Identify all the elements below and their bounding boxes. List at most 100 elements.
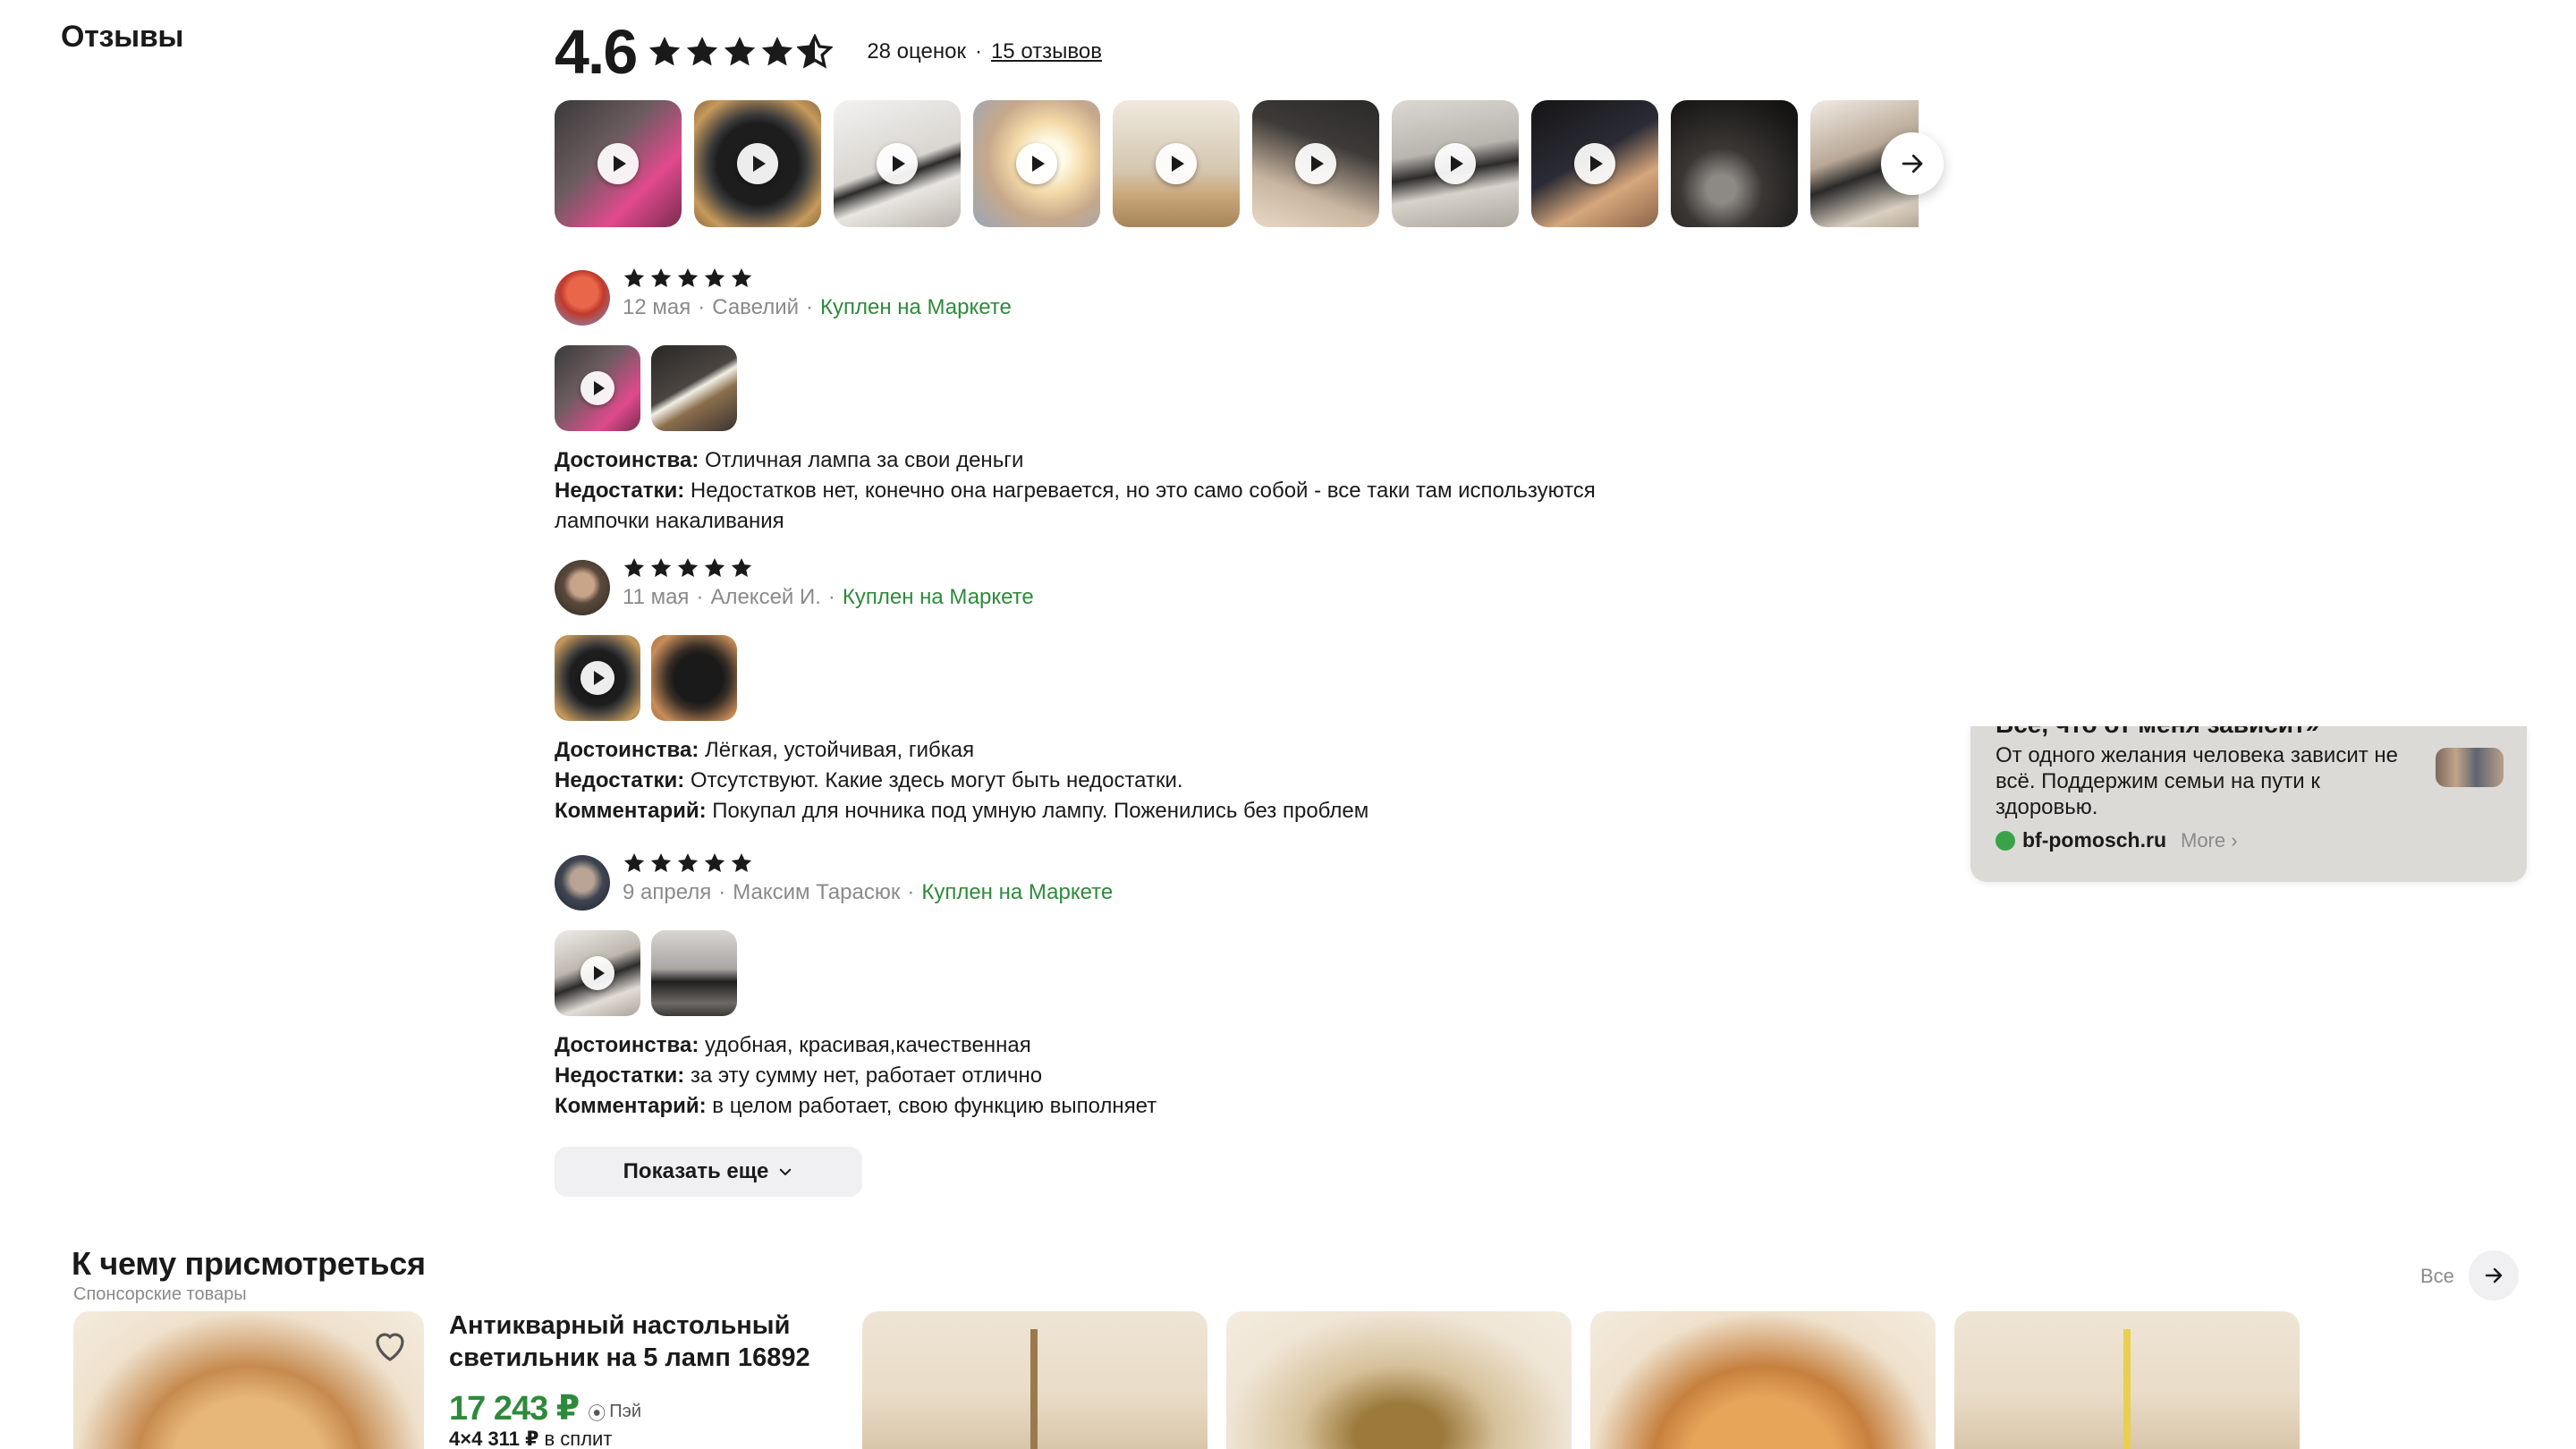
review-media-thumb[interactable] xyxy=(651,930,737,1016)
review-stars xyxy=(623,555,1034,581)
review-media-thumb[interactable] xyxy=(651,345,737,431)
play-icon xyxy=(1156,143,1197,184)
play-icon xyxy=(1016,143,1057,184)
review-media-thumb[interactable] xyxy=(555,930,640,1016)
media-strip xyxy=(555,100,1919,229)
pay-icon: ⦿ xyxy=(588,1404,606,1424)
play-icon xyxy=(597,143,639,184)
ad-domain-text: bf-pomosch.ru xyxy=(2022,828,2166,852)
star-icon xyxy=(650,557,672,577)
review-item: 12 мая · Савелий · Куплен на Маркете Дос… xyxy=(555,265,1628,537)
play-icon xyxy=(877,143,918,184)
star-icon xyxy=(731,852,752,872)
show-more-label: Показать еще xyxy=(623,1159,769,1183)
review-pros: Отличная лампа за свои деньги xyxy=(704,448,1024,472)
product-image[interactable] xyxy=(1590,1311,1936,1449)
ad-domain[interactable]: bf-pomosch.ru More › xyxy=(1996,828,2238,852)
star-icon xyxy=(623,557,645,577)
rating-summary: 4.6 28 оценок · 15 отзывов xyxy=(555,16,1102,88)
review-date: 9 апреля xyxy=(623,880,712,904)
recommendations-title: К чему присмотреться xyxy=(72,1245,426,1282)
review-author: Савелий xyxy=(712,295,800,319)
review-media-thumb[interactable] xyxy=(651,635,737,721)
product-image[interactable] xyxy=(1226,1311,1572,1449)
ad-card[interactable]: Всё, что от меня зависит» От одного жела… xyxy=(1970,726,2527,882)
meta-separator: · xyxy=(974,39,982,64)
bought-on-market-link[interactable]: Куплен на Маркете xyxy=(820,295,1012,320)
play-icon xyxy=(1295,143,1336,184)
media-thumb[interactable] xyxy=(1252,100,1379,227)
play-icon xyxy=(1435,143,1476,184)
cons-label: Недостатки: xyxy=(555,1063,685,1088)
media-next-button[interactable] xyxy=(1881,132,1944,195)
star-icon xyxy=(677,852,699,872)
star-icon xyxy=(704,557,725,577)
media-thumb[interactable] xyxy=(1392,100,1519,227)
review-comment: Покупал для ночника под умную лампу. Пож… xyxy=(712,799,1369,823)
star-icon xyxy=(704,267,725,287)
star-icon xyxy=(650,267,672,287)
star-icon xyxy=(731,557,752,577)
reviews-heading: Отзывы xyxy=(61,20,184,54)
media-thumb[interactable] xyxy=(1113,100,1240,227)
pros-label: Достоинства: xyxy=(555,448,699,472)
price-value: 17 243 xyxy=(449,1390,548,1428)
see-all-link[interactable]: Все xyxy=(2420,1265,2454,1288)
product-name[interactable]: Антикварный настольный светильник на 5 л… xyxy=(449,1309,825,1374)
review-pros: удобная, красивая,качественная xyxy=(704,1033,1031,1057)
arrow-right-icon xyxy=(1902,154,1923,174)
media-thumb[interactable] xyxy=(1531,100,1658,227)
star-icon xyxy=(677,267,699,287)
lamp-stand xyxy=(2123,1329,2131,1449)
split-amount: 4 311 xyxy=(471,1428,520,1449)
chevron-down-icon xyxy=(780,1168,792,1175)
avatar xyxy=(555,560,610,615)
star-icon xyxy=(650,852,672,872)
half-star-icon xyxy=(797,34,834,69)
recommendations-next-button[interactable] xyxy=(2469,1250,2519,1301)
review-media-thumb[interactable] xyxy=(555,635,640,721)
heart-icon[interactable] xyxy=(369,1324,411,1367)
arrow-right-icon xyxy=(2485,1267,2503,1284)
ratings-count: 28 оценок xyxy=(867,39,966,64)
star-icon xyxy=(649,37,681,66)
star-icon xyxy=(623,852,645,872)
avatar xyxy=(555,270,610,326)
play-icon xyxy=(580,371,614,405)
ad-image xyxy=(2436,748,2504,787)
bought-on-market-link[interactable]: Куплен на Маркете xyxy=(921,880,1113,905)
media-thumb[interactable] xyxy=(555,100,682,227)
review-date: 12 мая xyxy=(623,295,691,319)
media-thumb[interactable] xyxy=(834,100,961,227)
star-icon xyxy=(677,557,699,577)
price-currency: ₽ xyxy=(555,1390,580,1428)
review-cons: Недостатков нет, конечно она нагревается… xyxy=(555,479,1596,533)
review-item: 9 апреля · Максим Тарасюк · Куплен на Ма… xyxy=(555,850,1628,1122)
media-thumb[interactable] xyxy=(1671,100,1798,227)
play-icon xyxy=(580,956,614,990)
media-thumb[interactable] xyxy=(694,100,821,227)
star-icon xyxy=(762,37,793,66)
star-icon xyxy=(623,267,645,287)
star-icon xyxy=(704,852,725,872)
reviews-count-link[interactable]: 15 отзывов xyxy=(991,39,1102,64)
comment-label: Комментарий: xyxy=(555,799,707,823)
review-media-thumb[interactable] xyxy=(555,345,640,431)
bought-on-market-link[interactable]: Куплен на Маркете xyxy=(843,585,1034,610)
ad-more-link[interactable]: More › xyxy=(2181,829,2238,852)
product-price: 17 243 ₽ ⦿ Пэй xyxy=(449,1388,641,1428)
star-icon xyxy=(731,267,752,287)
review-author: Алексей И. xyxy=(710,585,821,609)
comment-label: Комментарий: xyxy=(555,1094,707,1118)
show-more-button[interactable]: Показать еще xyxy=(555,1147,862,1197)
review-stars xyxy=(623,850,1113,877)
review-date: 11 мая xyxy=(623,585,690,609)
rating-stars xyxy=(647,34,834,70)
cons-label: Недостатки: xyxy=(555,768,685,792)
product-image[interactable] xyxy=(862,1311,1208,1449)
product-image[interactable] xyxy=(1954,1311,2300,1449)
review-author: Максим Тарасюк xyxy=(733,880,901,904)
star-icon xyxy=(724,37,756,66)
media-thumb[interactable] xyxy=(973,100,1100,227)
split-payment: 4×4 311 ₽ в сплит xyxy=(449,1428,612,1449)
